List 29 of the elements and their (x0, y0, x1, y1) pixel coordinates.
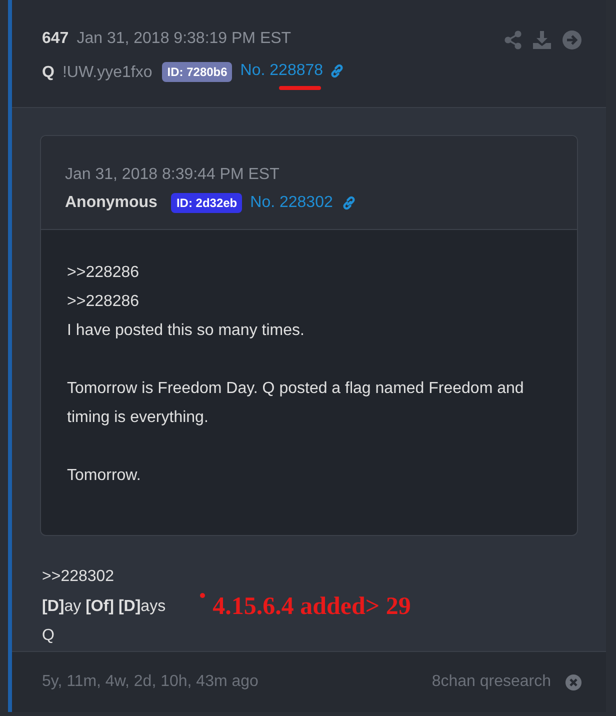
post-text-line: >>228302 (42, 567, 116, 587)
tripcode: !UW.yye1fxo (62, 64, 152, 82)
quote-text-line: >>228286 (67, 292, 140, 312)
quote-text-line: I have posted this so many times. (67, 321, 306, 341)
link-icon[interactable] (329, 63, 346, 79)
share-icon[interactable] (504, 30, 522, 50)
post-text-line: Q (42, 626, 56, 646)
author-name: Anonymous (65, 194, 158, 212)
close-icon[interactable] (565, 674, 582, 690)
quote-text-line: Tomorrow. (67, 466, 142, 486)
post-text-line: [D]ay [Of] [D]ays (42, 596, 166, 616)
link-icon[interactable] (340, 195, 357, 211)
download-icon[interactable] (532, 30, 552, 50)
annotation-underline (278, 86, 321, 90)
id-badge: ID: 7280b6 (162, 62, 232, 82)
source-label: 8chan qresearch (432, 673, 551, 691)
quote-date: Jan 31, 2018 8:39:44 PM EST (65, 166, 280, 184)
arrow-right-icon[interactable] (562, 30, 582, 50)
post-number-link[interactable]: No. 228302 (250, 194, 333, 212)
id-badge: ID: 2d32eb (171, 193, 242, 213)
post-number: 647 (42, 30, 69, 48)
annotation-text: 4.15.6.4 added> 29 (212, 593, 411, 621)
post-date: Jan 31, 2018 9:38:19 PM EST (76, 30, 292, 48)
elapsed-time: 5y, 11m, 4w, 2d, 10h, 43m ago (42, 673, 258, 691)
author-name: Q (42, 64, 54, 82)
post-number-link[interactable]: No. 228878 (240, 62, 324, 80)
annotation-dot (200, 593, 205, 598)
quote-text-line: Tomorrow is Freedom Day. Q posted a flag named Freedom and timing is everything. (67, 379, 525, 428)
quote-text-line: >>228286 (67, 263, 140, 283)
